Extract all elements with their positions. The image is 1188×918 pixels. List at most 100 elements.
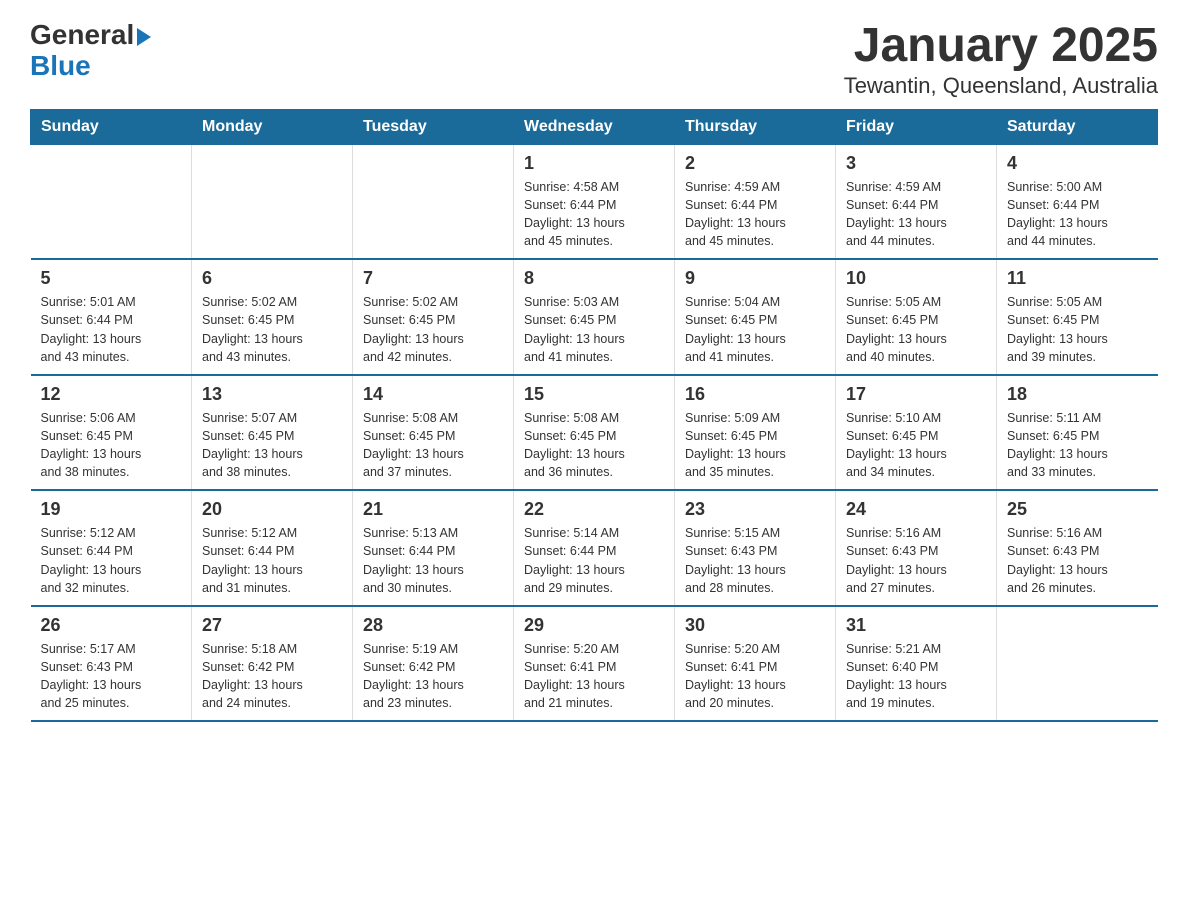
header-tuesday: Tuesday — [353, 109, 514, 144]
day-number: 12 — [41, 384, 182, 405]
day-info: Sunrise: 5:17 AMSunset: 6:43 PMDaylight:… — [41, 640, 182, 713]
header-sunday: Sunday — [31, 109, 192, 144]
calendar-cell-w5d7 — [997, 606, 1158, 722]
day-info: Sunrise: 5:05 AMSunset: 6:45 PMDaylight:… — [846, 293, 986, 366]
week-row-4: 19Sunrise: 5:12 AMSunset: 6:44 PMDayligh… — [31, 490, 1158, 606]
day-number: 21 — [363, 499, 503, 520]
day-number: 8 — [524, 268, 664, 289]
day-info: Sunrise: 5:20 AMSunset: 6:41 PMDaylight:… — [685, 640, 825, 713]
day-number: 11 — [1007, 268, 1148, 289]
day-number: 5 — [41, 268, 182, 289]
day-number: 10 — [846, 268, 986, 289]
calendar-cell-w3d6: 17 Sunrise: 5:10 AMSunset: 6:45 PMDayligh… — [836, 375, 997, 491]
day-info: Sunrise: 5:05 AMSunset: 6:45 PMDaylight:… — [1007, 293, 1148, 366]
day-number: 3 — [846, 153, 986, 174]
day-number: 18 — [1007, 384, 1148, 405]
calendar-cell-w5d1: 26 Sunrise: 5:17 AMSunset: 6:43 PMDayligh… — [31, 606, 192, 722]
calendar-cell-w4d5: 23 Sunrise: 5:15 AMSunset: 6:43 PMDayligh… — [675, 490, 836, 606]
day-number: 22 — [524, 499, 664, 520]
calendar-cell-w5d6: 31Sunrise: 5:21 AMSunset: 6:40 PMDayligh… — [836, 606, 997, 722]
calendar-cell-w4d7: 25 Sunrise: 5:16 AMSunset: 6:43 PMDayligh… — [997, 490, 1158, 606]
logo-text: GeneralBlue — [30, 20, 151, 82]
day-number: 24 — [846, 499, 986, 520]
week-row-1: 1Sunrise: 4:58 AMSunset: 6:44 PMDaylight… — [31, 144, 1158, 259]
calendar-cell-w2d4: 8 Sunrise: 5:03 AMSunset: 6:45 PMDaylight… — [514, 259, 675, 375]
calendar-cell-w5d2: 27 Sunrise: 5:18 AMSunset: 6:42 PMDayligh… — [192, 606, 353, 722]
day-number: 20 — [202, 499, 342, 520]
week-row-5: 26 Sunrise: 5:17 AMSunset: 6:43 PMDayligh… — [31, 606, 1158, 722]
week-row-2: 5Sunrise: 5:01 AMSunset: 6:44 PMDaylight… — [31, 259, 1158, 375]
day-info: Sunrise: 5:06 AMSunset: 6:45 PMDaylight:… — [41, 409, 182, 482]
day-info: Sunrise: 5:14 AMSunset: 6:44 PMDaylight:… — [524, 524, 664, 597]
day-info: Sunrise: 5:13 AMSunset: 6:44 PMDaylight:… — [363, 524, 503, 597]
day-info: Sunrise: 5:02 AMSunset: 6:45 PMDaylight:… — [202, 293, 342, 366]
day-info: Sunrise: 4:58 AMSunset: 6:44 PMDaylight:… — [524, 178, 664, 251]
logo: GeneralBlue — [30, 20, 151, 82]
calendar-cell-w1d2 — [192, 144, 353, 259]
day-info: Sunrise: 5:08 AMSunset: 6:45 PMDaylight:… — [524, 409, 664, 482]
day-info: Sunrise: 4:59 AMSunset: 6:44 PMDaylight:… — [846, 178, 986, 251]
day-info: Sunrise: 5:07 AMSunset: 6:45 PMDaylight:… — [202, 409, 342, 482]
calendar-cell-w5d3: 28Sunrise: 5:19 AMSunset: 6:42 PMDayligh… — [353, 606, 514, 722]
header-thursday: Thursday — [675, 109, 836, 144]
calendar-cell-w4d1: 19Sunrise: 5:12 AMSunset: 6:44 PMDayligh… — [31, 490, 192, 606]
day-info: Sunrise: 5:03 AMSunset: 6:45 PMDaylight:… — [524, 293, 664, 366]
day-info: Sunrise: 5:21 AMSunset: 6:40 PMDaylight:… — [846, 640, 986, 713]
calendar-cell-w3d4: 15 Sunrise: 5:08 AMSunset: 6:45 PMDayligh… — [514, 375, 675, 491]
calendar-subtitle: Tewantin, Queensland, Australia — [844, 73, 1158, 99]
calendar-title: January 2025 — [844, 20, 1158, 73]
day-number: 28 — [363, 615, 503, 636]
header-monday: Monday — [192, 109, 353, 144]
day-number: 25 — [1007, 499, 1148, 520]
calendar-table: Sunday Monday Tuesday Wednesday Thursday… — [30, 109, 1158, 723]
calendar-cell-w1d7: 4Sunrise: 5:00 AMSunset: 6:44 PMDaylight… — [997, 144, 1158, 259]
calendar-cell-w1d1 — [31, 144, 192, 259]
day-number: 29 — [524, 615, 664, 636]
calendar-cell-w2d7: 11 Sunrise: 5:05 AMSunset: 6:45 PMDayligh… — [997, 259, 1158, 375]
day-info: Sunrise: 5:16 AMSunset: 6:43 PMDaylight:… — [846, 524, 986, 597]
calendar-cell-w1d5: 2 Sunrise: 4:59 AMSunset: 6:44 PMDaylight… — [675, 144, 836, 259]
day-info: Sunrise: 5:00 AMSunset: 6:44 PMDaylight:… — [1007, 178, 1148, 251]
calendar-cell-w4d6: 24 Sunrise: 5:16 AMSunset: 6:43 PMDayligh… — [836, 490, 997, 606]
week-row-3: 12 Sunrise: 5:06 AMSunset: 6:45 PMDayligh… — [31, 375, 1158, 491]
calendar-cell-w2d2: 6 Sunrise: 5:02 AMSunset: 6:45 PMDaylight… — [192, 259, 353, 375]
calendar-cell-w1d6: 3 Sunrise: 4:59 AMSunset: 6:44 PMDaylight… — [836, 144, 997, 259]
calendar-cell-w2d5: 9Sunrise: 5:04 AMSunset: 6:45 PMDaylight… — [675, 259, 836, 375]
calendar-cell-w1d3 — [353, 144, 514, 259]
day-number: 15 — [524, 384, 664, 405]
day-number: 13 — [202, 384, 342, 405]
day-number: 2 — [685, 153, 825, 174]
calendar-cell-w2d6: 10 Sunrise: 5:05 AMSunset: 6:45 PMDayligh… — [836, 259, 997, 375]
logo-arrow-icon — [137, 28, 151, 46]
calendar-cell-w2d3: 7Sunrise: 5:02 AMSunset: 6:45 PMDaylight… — [353, 259, 514, 375]
day-number: 27 — [202, 615, 342, 636]
calendar-cell-w3d3: 14Sunrise: 5:08 AMSunset: 6:45 PMDayligh… — [353, 375, 514, 491]
day-info: Sunrise: 5:10 AMSunset: 6:45 PMDaylight:… — [846, 409, 986, 482]
day-number: 30 — [685, 615, 825, 636]
day-number: 23 — [685, 499, 825, 520]
day-info: Sunrise: 5:02 AMSunset: 6:45 PMDaylight:… — [363, 293, 503, 366]
calendar-cell-w5d5: 30 Sunrise: 5:20 AMSunset: 6:41 PMDayligh… — [675, 606, 836, 722]
day-number: 26 — [41, 615, 182, 636]
day-info: Sunrise: 5:04 AMSunset: 6:45 PMDaylight:… — [685, 293, 825, 366]
calendar-cell-w3d2: 13 Sunrise: 5:07 AMSunset: 6:45 PMDayligh… — [192, 375, 353, 491]
calendar-cell-w1d4: 1Sunrise: 4:58 AMSunset: 6:44 PMDaylight… — [514, 144, 675, 259]
day-number: 6 — [202, 268, 342, 289]
calendar-cell-w4d2: 20 Sunrise: 5:12 AMSunset: 6:44 PMDayligh… — [192, 490, 353, 606]
day-info: Sunrise: 5:20 AMSunset: 6:41 PMDaylight:… — [524, 640, 664, 713]
day-info: Sunrise: 5:16 AMSunset: 6:43 PMDaylight:… — [1007, 524, 1148, 597]
header-friday: Friday — [836, 109, 997, 144]
day-number: 17 — [846, 384, 986, 405]
calendar-cell-w4d3: 21 Sunrise: 5:13 AMSunset: 6:44 PMDayligh… — [353, 490, 514, 606]
day-info: Sunrise: 5:12 AMSunset: 6:44 PMDaylight:… — [202, 524, 342, 597]
day-info: Sunrise: 5:11 AMSunset: 6:45 PMDaylight:… — [1007, 409, 1148, 482]
header-saturday: Saturday — [997, 109, 1158, 144]
day-info: Sunrise: 5:18 AMSunset: 6:42 PMDaylight:… — [202, 640, 342, 713]
calendar-cell-w3d1: 12 Sunrise: 5:06 AMSunset: 6:45 PMDayligh… — [31, 375, 192, 491]
day-info: Sunrise: 5:09 AMSunset: 6:45 PMDaylight:… — [685, 409, 825, 482]
day-info: Sunrise: 5:15 AMSunset: 6:43 PMDaylight:… — [685, 524, 825, 597]
calendar-cell-w3d7: 18 Sunrise: 5:11 AMSunset: 6:45 PMDayligh… — [997, 375, 1158, 491]
calendar-cell-w3d5: 16Sunrise: 5:09 AMSunset: 6:45 PMDayligh… — [675, 375, 836, 491]
calendar-cell-w5d4: 29 Sunrise: 5:20 AMSunset: 6:41 PMDayligh… — [514, 606, 675, 722]
day-info: Sunrise: 4:59 AMSunset: 6:44 PMDaylight:… — [685, 178, 825, 251]
